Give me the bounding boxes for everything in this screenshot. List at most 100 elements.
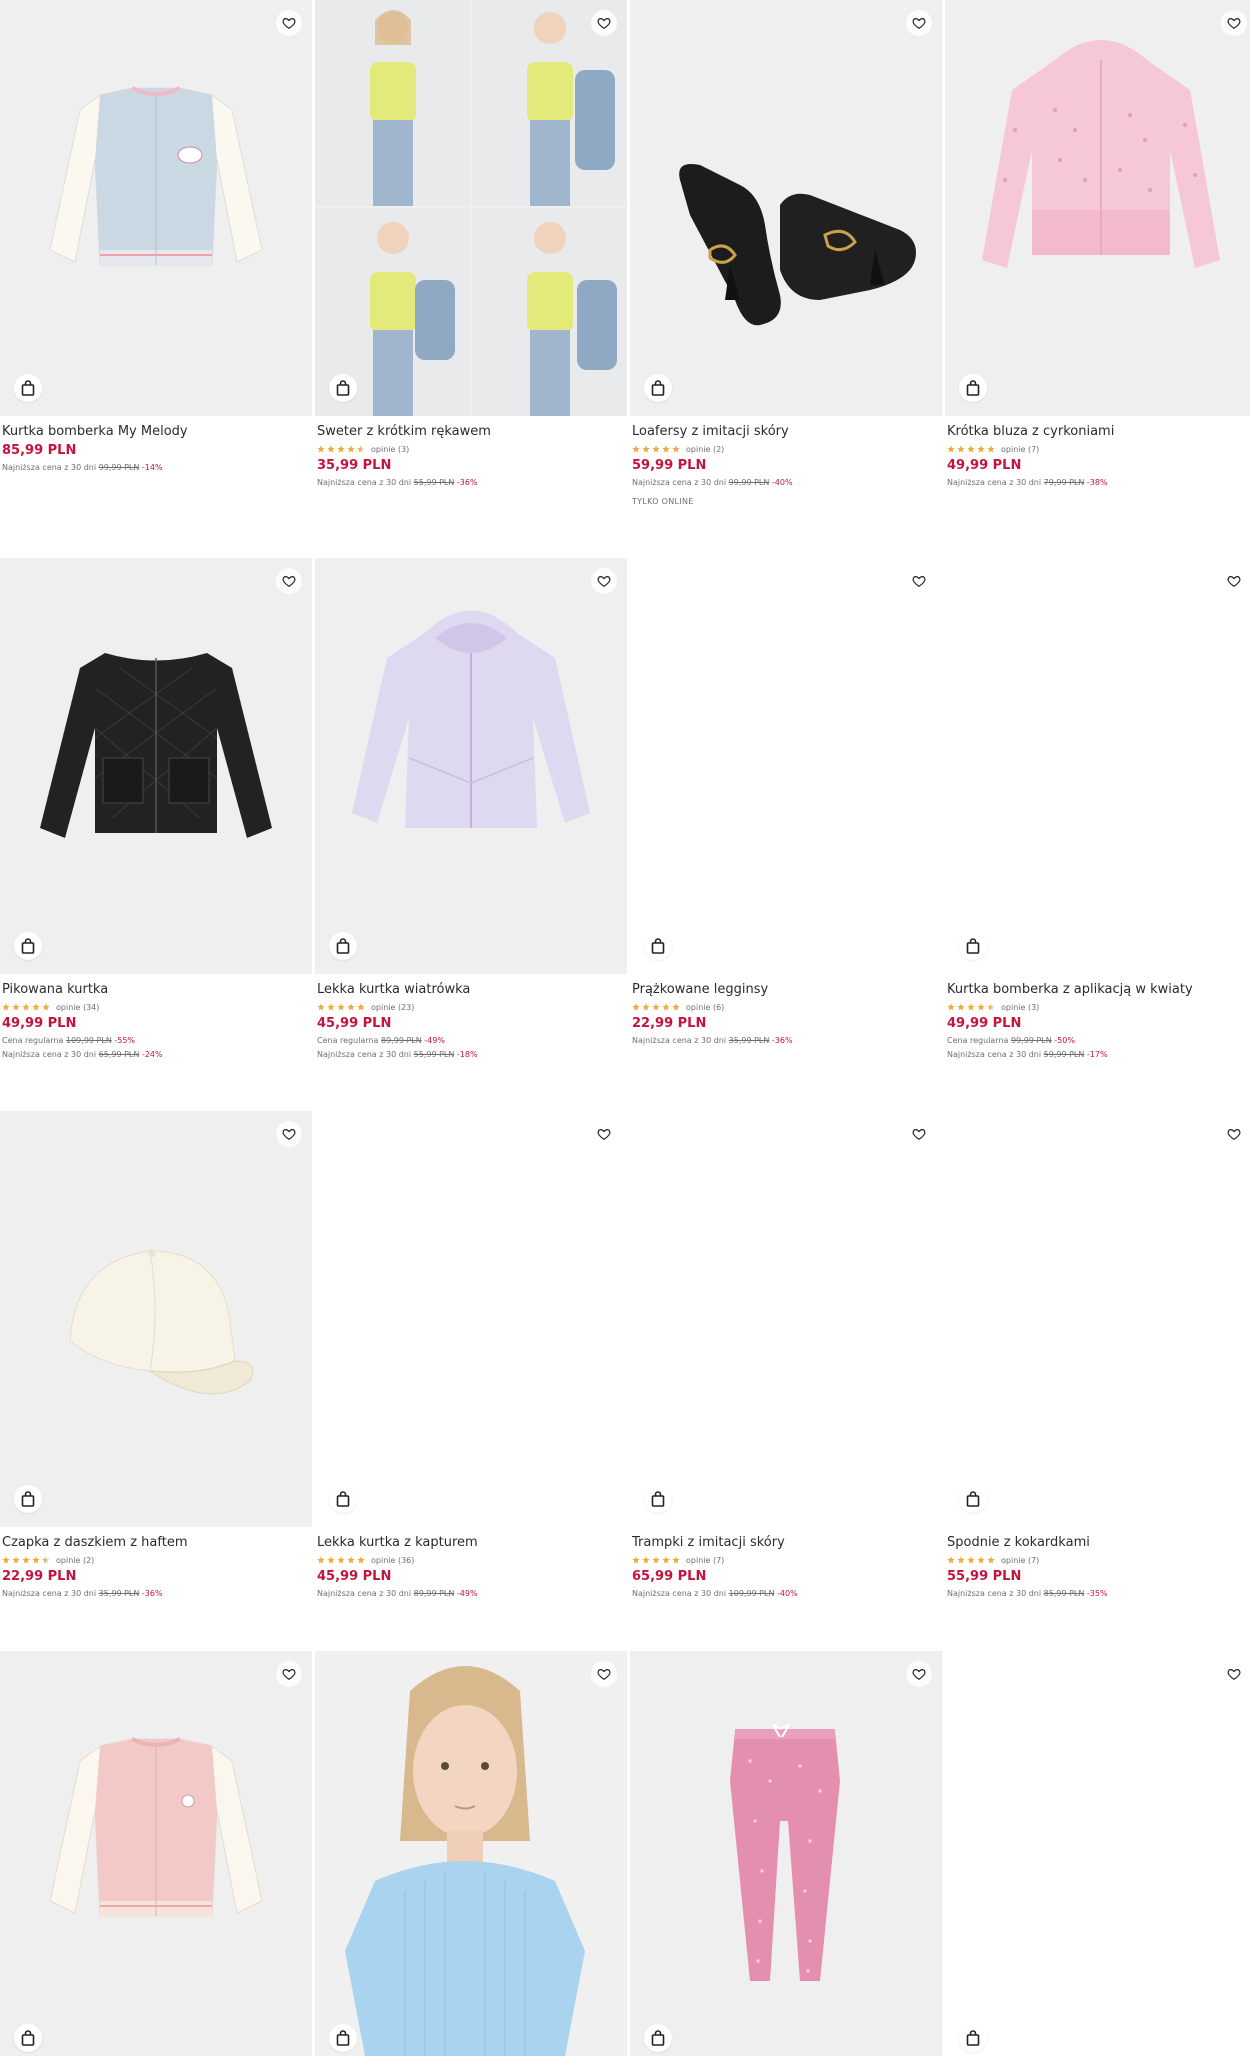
add-to-favorites-button[interactable] [906, 1121, 932, 1147]
product-card[interactable]: Trampki z imitacji skóry opinie (7) 65,9… [630, 1111, 942, 1651]
product-card[interactable] [630, 1651, 942, 2056]
product-name[interactable]: Trampki z imitacji skóry [632, 1535, 940, 1551]
product-image[interactable] [0, 1651, 312, 2056]
add-to-cart-button[interactable] [959, 2024, 987, 2052]
review-count[interactable]: opinie (7) [686, 1556, 724, 1565]
add-to-favorites-button[interactable] [276, 1121, 302, 1147]
product-name[interactable]: Lekka kurtka z kapturem [317, 1535, 625, 1551]
add-to-favorites-button[interactable] [906, 10, 932, 36]
product-image[interactable] [945, 1651, 1250, 2056]
star-icon [672, 1556, 680, 1564]
product-image[interactable] [630, 558, 942, 974]
star-icon [632, 1556, 640, 1564]
add-to-favorites-button[interactable] [1221, 1121, 1247, 1147]
add-to-favorites-button[interactable] [1221, 568, 1247, 594]
regular-price-note: Cena regularna 109,99 PLN -55% [2, 1036, 136, 1045]
product-info: Czapka z daszkiem z haftem opinie (2) 22… [0, 1527, 312, 1599]
product-image[interactable] [630, 0, 942, 416]
review-count[interactable]: opinie (3) [371, 445, 409, 454]
windbreaker-image [352, 610, 590, 828]
review-count[interactable]: opinie (2) [56, 1556, 94, 1565]
add-to-cart-button[interactable] [329, 2024, 357, 2052]
add-to-cart-button[interactable] [644, 932, 672, 960]
product-image[interactable] [315, 1651, 627, 2056]
add-to-favorites-button[interactable] [591, 568, 617, 594]
product-rating: opinie (36) [317, 1554, 625, 1566]
review-count[interactable]: opinie (23) [371, 1003, 414, 1012]
add-to-cart-button[interactable] [644, 1485, 672, 1513]
product-card[interactable]: Czapka z daszkiem z haftem opinie (2) 22… [0, 1111, 312, 1651]
add-to-favorites-button[interactable] [276, 10, 302, 36]
add-to-cart-button[interactable] [644, 374, 672, 402]
product-name[interactable]: Pikowana kurtka [2, 982, 310, 998]
add-to-favorites-button[interactable] [1221, 10, 1247, 36]
add-to-cart-button[interactable] [644, 2024, 672, 2052]
product-image[interactable] [315, 558, 627, 974]
product-image[interactable] [315, 0, 627, 416]
shopping-bag-icon [21, 1491, 35, 1507]
review-count[interactable]: opinie (3) [1001, 1003, 1039, 1012]
review-count[interactable]: opinie (7) [1001, 445, 1039, 454]
product-card[interactable]: Kurtka bomberka z aplikacją w kwiaty opi… [945, 558, 1250, 1111]
product-name[interactable]: Lekka kurtka wiatrówka [317, 982, 625, 998]
add-to-cart-button[interactable] [14, 2024, 42, 2052]
add-to-favorites-button[interactable] [1221, 1661, 1247, 1687]
review-count[interactable]: opinie (7) [1001, 1556, 1039, 1565]
product-image[interactable] [0, 1111, 312, 1527]
add-to-cart-button[interactable] [329, 374, 357, 402]
product-image[interactable] [315, 1111, 627, 1527]
product-card[interactable]: Loafersy z imitacji skóry opinie (2) 59,… [630, 0, 942, 558]
product-name[interactable]: Czapka z daszkiem z haftem [2, 1535, 310, 1551]
product-image[interactable] [0, 0, 312, 416]
product-image[interactable] [0, 558, 312, 974]
product-name[interactable]: Krótka bluza z cyrkoniami [947, 424, 1250, 440]
heart-icon [912, 18, 926, 29]
add-to-favorites-button[interactable] [906, 568, 932, 594]
product-image[interactable] [630, 1111, 942, 1527]
product-card[interactable]: Lekka kurtka wiatrówka opinie (23) 45,99… [315, 558, 627, 1111]
review-count[interactable]: opinie (6) [686, 1003, 724, 1012]
product-image[interactable] [945, 0, 1250, 416]
product-card[interactable]: Sweter z krótkim rękawem opinie (3) 35,9… [315, 0, 627, 558]
product-rating: opinie (7) [947, 443, 1250, 455]
product-card[interactable]: Spodnie z kokardkami opinie (7) 55,99 PL… [945, 1111, 1250, 1651]
star-icon [337, 1556, 345, 1564]
product-card[interactable]: Prążkowane legginsy opinie (6) 22,99 PLN… [630, 558, 942, 1111]
product-name[interactable]: Prążkowane legginsy [632, 982, 940, 998]
review-count[interactable]: opinie (36) [371, 1556, 414, 1565]
add-to-cart-button[interactable] [959, 932, 987, 960]
product-name[interactable]: Kurtka bomberka z aplikacją w kwiaty [947, 982, 1250, 998]
product-card[interactable]: Krótka bluza z cyrkoniami opinie (7) 49,… [945, 0, 1250, 558]
star-icon [672, 445, 680, 453]
product-card[interactable] [315, 1651, 627, 2056]
heart-icon [597, 18, 611, 29]
review-count[interactable]: opinie (34) [56, 1003, 99, 1012]
product-card[interactable]: Lekka kurtka z kapturem opinie (36) 45,9… [315, 1111, 627, 1651]
add-to-favorites-button[interactable] [906, 1661, 932, 1687]
product-card[interactable] [945, 1651, 1250, 2056]
product-name[interactable]: Sweter z krótkim rękawem [317, 424, 625, 440]
add-to-favorites-button[interactable] [591, 10, 617, 36]
product-image[interactable] [945, 558, 1250, 974]
product-image[interactable] [630, 1651, 942, 2056]
add-to-cart-button[interactable] [329, 932, 357, 960]
add-to-cart-button[interactable] [14, 932, 42, 960]
add-to-cart-button[interactable] [14, 1485, 42, 1513]
add-to-favorites-button[interactable] [276, 1661, 302, 1687]
add-to-favorites-button[interactable] [591, 1661, 617, 1687]
heart-icon [912, 1669, 926, 1680]
product-name[interactable]: Spodnie z kokardkami [947, 1535, 1250, 1551]
add-to-favorites-button[interactable] [276, 568, 302, 594]
product-card[interactable]: Kurtka bomberka My Melody 85,99 PLN Najn… [0, 0, 312, 558]
add-to-favorites-button[interactable] [591, 1121, 617, 1147]
review-count[interactable]: opinie (2) [686, 445, 724, 454]
product-name[interactable]: Loafersy z imitacji skóry [632, 424, 940, 440]
product-card[interactable] [0, 1651, 312, 2056]
add-to-cart-button[interactable] [14, 374, 42, 402]
product-image[interactable] [945, 1111, 1250, 1527]
product-card[interactable]: Pikowana kurtka opinie (34) 49,99 PLN Ce… [0, 558, 312, 1111]
add-to-cart-button[interactable] [959, 1485, 987, 1513]
product-name[interactable]: Kurtka bomberka My Melody [2, 424, 310, 440]
add-to-cart-button[interactable] [329, 1485, 357, 1513]
add-to-cart-button[interactable] [959, 374, 987, 402]
